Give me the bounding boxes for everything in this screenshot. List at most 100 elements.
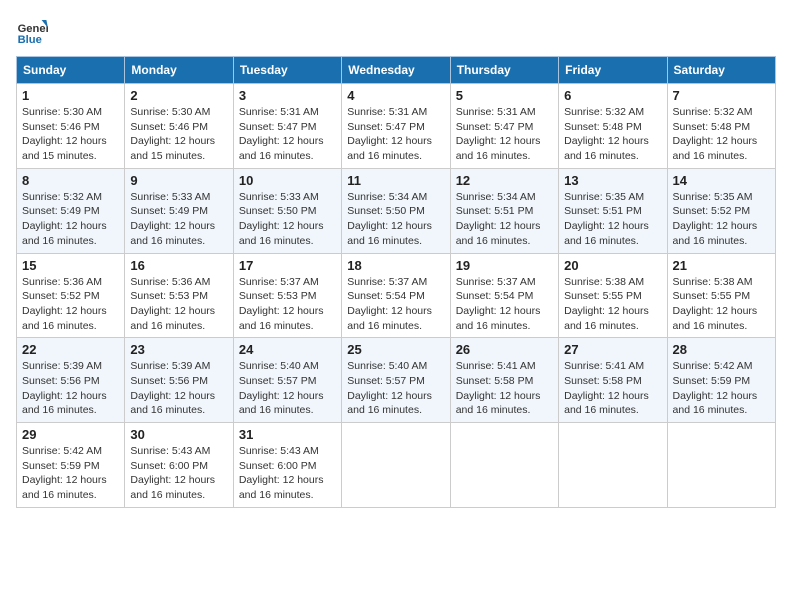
page-header: General Blue — [16, 16, 776, 48]
day-number: 15 — [22, 258, 119, 273]
calendar-cell: 31 Sunrise: 5:43 AM Sunset: 6:00 PM Dayl… — [233, 423, 341, 508]
day-info: Sunrise: 5:42 AM Sunset: 5:59 PM Dayligh… — [22, 444, 119, 503]
calendar-cell: 7 Sunrise: 5:32 AM Sunset: 5:48 PM Dayli… — [667, 84, 775, 169]
day-info: Sunrise: 5:35 AM Sunset: 5:51 PM Dayligh… — [564, 190, 661, 249]
day-info: Sunrise: 5:38 AM Sunset: 5:55 PM Dayligh… — [564, 275, 661, 334]
calendar-body: 1 Sunrise: 5:30 AM Sunset: 5:46 PM Dayli… — [17, 84, 776, 508]
day-number: 22 — [22, 342, 119, 357]
calendar-week-2: 15 Sunrise: 5:36 AM Sunset: 5:52 PM Dayl… — [17, 253, 776, 338]
calendar-cell: 6 Sunrise: 5:32 AM Sunset: 5:48 PM Dayli… — [559, 84, 667, 169]
calendar-cell: 3 Sunrise: 5:31 AM Sunset: 5:47 PM Dayli… — [233, 84, 341, 169]
calendar-cell: 8 Sunrise: 5:32 AM Sunset: 5:49 PM Dayli… — [17, 168, 125, 253]
calendar-header-friday: Friday — [559, 57, 667, 84]
day-info: Sunrise: 5:42 AM Sunset: 5:59 PM Dayligh… — [673, 359, 770, 418]
calendar-cell: 19 Sunrise: 5:37 AM Sunset: 5:54 PM Dayl… — [450, 253, 558, 338]
day-number: 29 — [22, 427, 119, 442]
calendar-cell: 26 Sunrise: 5:41 AM Sunset: 5:58 PM Dayl… — [450, 338, 558, 423]
svg-text:Blue: Blue — [18, 34, 42, 46]
day-number: 4 — [347, 88, 444, 103]
calendar-cell: 25 Sunrise: 5:40 AM Sunset: 5:57 PM Dayl… — [342, 338, 450, 423]
day-info: Sunrise: 5:34 AM Sunset: 5:51 PM Dayligh… — [456, 190, 553, 249]
calendar-cell: 16 Sunrise: 5:36 AM Sunset: 5:53 PM Dayl… — [125, 253, 233, 338]
calendar-cell: 21 Sunrise: 5:38 AM Sunset: 5:55 PM Dayl… — [667, 253, 775, 338]
calendar-header-monday: Monday — [125, 57, 233, 84]
logo-icon: General Blue — [16, 16, 48, 48]
calendar-cell — [450, 423, 558, 508]
calendar-header-saturday: Saturday — [667, 57, 775, 84]
day-info: Sunrise: 5:31 AM Sunset: 5:47 PM Dayligh… — [347, 105, 444, 164]
day-number: 8 — [22, 173, 119, 188]
day-info: Sunrise: 5:35 AM Sunset: 5:52 PM Dayligh… — [673, 190, 770, 249]
day-info: Sunrise: 5:31 AM Sunset: 5:47 PM Dayligh… — [456, 105, 553, 164]
calendar-cell: 29 Sunrise: 5:42 AM Sunset: 5:59 PM Dayl… — [17, 423, 125, 508]
calendar-cell: 12 Sunrise: 5:34 AM Sunset: 5:51 PM Dayl… — [450, 168, 558, 253]
calendar-cell: 9 Sunrise: 5:33 AM Sunset: 5:49 PM Dayli… — [125, 168, 233, 253]
day-number: 27 — [564, 342, 661, 357]
calendar-week-3: 22 Sunrise: 5:39 AM Sunset: 5:56 PM Dayl… — [17, 338, 776, 423]
day-number: 5 — [456, 88, 553, 103]
day-info: Sunrise: 5:30 AM Sunset: 5:46 PM Dayligh… — [22, 105, 119, 164]
calendar-cell — [667, 423, 775, 508]
day-number: 20 — [564, 258, 661, 273]
day-number: 3 — [239, 88, 336, 103]
day-info: Sunrise: 5:39 AM Sunset: 5:56 PM Dayligh… — [130, 359, 227, 418]
day-number: 26 — [456, 342, 553, 357]
calendar-cell: 30 Sunrise: 5:43 AM Sunset: 6:00 PM Dayl… — [125, 423, 233, 508]
calendar-cell: 15 Sunrise: 5:36 AM Sunset: 5:52 PM Dayl… — [17, 253, 125, 338]
calendar-cell: 22 Sunrise: 5:39 AM Sunset: 5:56 PM Dayl… — [17, 338, 125, 423]
day-number: 18 — [347, 258, 444, 273]
day-number: 16 — [130, 258, 227, 273]
calendar-cell: 14 Sunrise: 5:35 AM Sunset: 5:52 PM Dayl… — [667, 168, 775, 253]
day-info: Sunrise: 5:37 AM Sunset: 5:54 PM Dayligh… — [456, 275, 553, 334]
calendar-header-tuesday: Tuesday — [233, 57, 341, 84]
calendar-header-wednesday: Wednesday — [342, 57, 450, 84]
day-info: Sunrise: 5:37 AM Sunset: 5:54 PM Dayligh… — [347, 275, 444, 334]
day-number: 28 — [673, 342, 770, 357]
day-info: Sunrise: 5:31 AM Sunset: 5:47 PM Dayligh… — [239, 105, 336, 164]
day-number: 6 — [564, 88, 661, 103]
day-info: Sunrise: 5:40 AM Sunset: 5:57 PM Dayligh… — [239, 359, 336, 418]
calendar-cell: 4 Sunrise: 5:31 AM Sunset: 5:47 PM Dayli… — [342, 84, 450, 169]
day-info: Sunrise: 5:34 AM Sunset: 5:50 PM Dayligh… — [347, 190, 444, 249]
calendar-cell: 5 Sunrise: 5:31 AM Sunset: 5:47 PM Dayli… — [450, 84, 558, 169]
calendar-cell: 2 Sunrise: 5:30 AM Sunset: 5:46 PM Dayli… — [125, 84, 233, 169]
calendar-cell: 13 Sunrise: 5:35 AM Sunset: 5:51 PM Dayl… — [559, 168, 667, 253]
day-number: 1 — [22, 88, 119, 103]
calendar-cell: 10 Sunrise: 5:33 AM Sunset: 5:50 PM Dayl… — [233, 168, 341, 253]
calendar-cell: 18 Sunrise: 5:37 AM Sunset: 5:54 PM Dayl… — [342, 253, 450, 338]
day-number: 21 — [673, 258, 770, 273]
svg-text:General: General — [18, 23, 48, 35]
day-number: 23 — [130, 342, 227, 357]
calendar-cell: 1 Sunrise: 5:30 AM Sunset: 5:46 PM Dayli… — [17, 84, 125, 169]
day-info: Sunrise: 5:33 AM Sunset: 5:49 PM Dayligh… — [130, 190, 227, 249]
day-info: Sunrise: 5:37 AM Sunset: 5:53 PM Dayligh… — [239, 275, 336, 334]
calendar-header-thursday: Thursday — [450, 57, 558, 84]
day-number: 13 — [564, 173, 661, 188]
day-info: Sunrise: 5:43 AM Sunset: 6:00 PM Dayligh… — [239, 444, 336, 503]
day-info: Sunrise: 5:41 AM Sunset: 5:58 PM Dayligh… — [456, 359, 553, 418]
day-info: Sunrise: 5:39 AM Sunset: 5:56 PM Dayligh… — [22, 359, 119, 418]
calendar-week-1: 8 Sunrise: 5:32 AM Sunset: 5:49 PM Dayli… — [17, 168, 776, 253]
calendar-header-row: SundayMondayTuesdayWednesdayThursdayFrid… — [17, 57, 776, 84]
day-number: 10 — [239, 173, 336, 188]
day-info: Sunrise: 5:30 AM Sunset: 5:46 PM Dayligh… — [130, 105, 227, 164]
calendar-cell — [342, 423, 450, 508]
day-number: 17 — [239, 258, 336, 273]
day-number: 14 — [673, 173, 770, 188]
day-number: 9 — [130, 173, 227, 188]
day-info: Sunrise: 5:32 AM Sunset: 5:48 PM Dayligh… — [564, 105, 661, 164]
calendar-week-4: 29 Sunrise: 5:42 AM Sunset: 5:59 PM Dayl… — [17, 423, 776, 508]
day-info: Sunrise: 5:33 AM Sunset: 5:50 PM Dayligh… — [239, 190, 336, 249]
day-number: 19 — [456, 258, 553, 273]
day-info: Sunrise: 5:36 AM Sunset: 5:52 PM Dayligh… — [22, 275, 119, 334]
day-number: 25 — [347, 342, 444, 357]
day-info: Sunrise: 5:41 AM Sunset: 5:58 PM Dayligh… — [564, 359, 661, 418]
calendar-cell: 27 Sunrise: 5:41 AM Sunset: 5:58 PM Dayl… — [559, 338, 667, 423]
day-info: Sunrise: 5:36 AM Sunset: 5:53 PM Dayligh… — [130, 275, 227, 334]
day-info: Sunrise: 5:32 AM Sunset: 5:49 PM Dayligh… — [22, 190, 119, 249]
day-number: 31 — [239, 427, 336, 442]
day-info: Sunrise: 5:32 AM Sunset: 5:48 PM Dayligh… — [673, 105, 770, 164]
logo: General Blue — [16, 16, 52, 48]
day-number: 24 — [239, 342, 336, 357]
calendar-table: SundayMondayTuesdayWednesdayThursdayFrid… — [16, 56, 776, 508]
